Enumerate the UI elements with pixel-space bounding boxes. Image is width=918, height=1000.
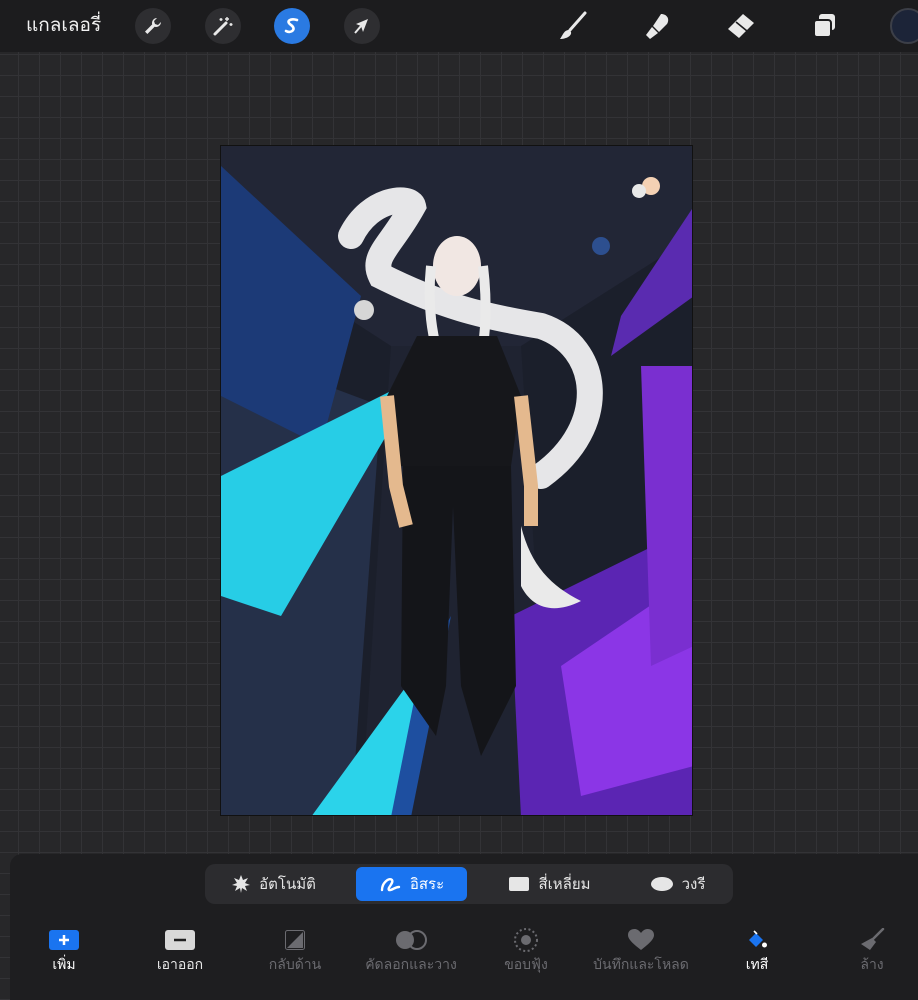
- brush-icon: [560, 11, 587, 39]
- mode-label: วงรี: [681, 875, 706, 893]
- selection-tool-button[interactable]: [274, 8, 310, 44]
- auto-burst-icon: [232, 875, 251, 893]
- action-copy-paste[interactable]: คัดลอกและวาง: [356, 926, 466, 975]
- remove-icon: [165, 930, 195, 950]
- adjustments-button[interactable]: [205, 8, 241, 44]
- mode-freehand[interactable]: อิสระ: [356, 867, 467, 901]
- clear-broom-icon: [861, 928, 885, 950]
- action-label: เทสี: [745, 957, 769, 973]
- mode-label: อัตโนมัติ: [259, 875, 316, 893]
- mode-label: อิสระ: [409, 875, 445, 893]
- copy-paste-icon: [396, 930, 427, 950]
- smudge-icon: [646, 14, 669, 39]
- action-label: เพิ่ม: [52, 957, 76, 973]
- action-invert[interactable]: กลับด้าน: [240, 926, 350, 975]
- add-icon: [49, 930, 79, 950]
- action-clear[interactable]: ล้าง: [817, 926, 918, 975]
- action-label: ล้าง: [860, 957, 884, 973]
- action-label: ขอบฟุ้ง: [504, 957, 548, 973]
- layers-button[interactable]: [807, 10, 841, 42]
- transform-button[interactable]: [344, 8, 380, 44]
- heart-icon: [628, 929, 654, 950]
- arrow-transform-icon: [354, 19, 368, 34]
- mode-ellipse[interactable]: วงรี: [635, 867, 721, 901]
- actions-wrench-button[interactable]: [135, 8, 171, 44]
- freehand-icon: [379, 875, 401, 893]
- layers-icon: [813, 14, 835, 38]
- wrench-icon: [145, 18, 161, 34]
- action-label: กลับด้าน: [268, 957, 322, 973]
- selection-mode-bar: อัตโนมัติ อิสระ สี่เหลี่ยม วงรี: [205, 864, 733, 904]
- mode-rectangle[interactable]: สี่เหลี่ยม: [495, 867, 605, 901]
- gallery-button[interactable]: แกลเลอรี่: [26, 12, 101, 38]
- rectangle-icon: [509, 877, 530, 891]
- paint-bucket-icon: [749, 930, 767, 948]
- action-color-fill[interactable]: เทสี: [702, 926, 812, 975]
- action-remove[interactable]: เอาออก: [125, 926, 235, 975]
- action-label: คัดลอกและวาง: [365, 957, 457, 973]
- action-label: บันทึกและโหลด: [593, 957, 689, 973]
- eraser-icon: [728, 14, 754, 38]
- feather-icon: [514, 928, 538, 952]
- brush-button[interactable]: [556, 10, 590, 42]
- mode-label: สี่เหลี่ยม: [538, 875, 591, 893]
- action-feather[interactable]: ขอบฟุ้ง: [471, 926, 581, 975]
- selection-s-icon: [284, 18, 299, 34]
- mode-automatic[interactable]: อัตโนมัติ: [219, 867, 329, 901]
- smudge-button[interactable]: [640, 10, 674, 42]
- color-picker-swatch[interactable]: [890, 8, 918, 44]
- artwork-canvas[interactable]: [220, 145, 693, 816]
- top-toolbar: แกลเลอรี่: [0, 0, 918, 52]
- ellipse-icon: [650, 877, 673, 891]
- eraser-button[interactable]: [723, 10, 757, 42]
- magic-wand-icon: [213, 17, 233, 36]
- artwork-illustration: [221, 146, 692, 815]
- action-save-load[interactable]: บันทึกและโหลด: [586, 926, 696, 975]
- action-add[interactable]: เพิ่ม: [9, 926, 119, 975]
- invert-icon: [285, 930, 305, 950]
- action-label: เอาออก: [156, 957, 204, 973]
